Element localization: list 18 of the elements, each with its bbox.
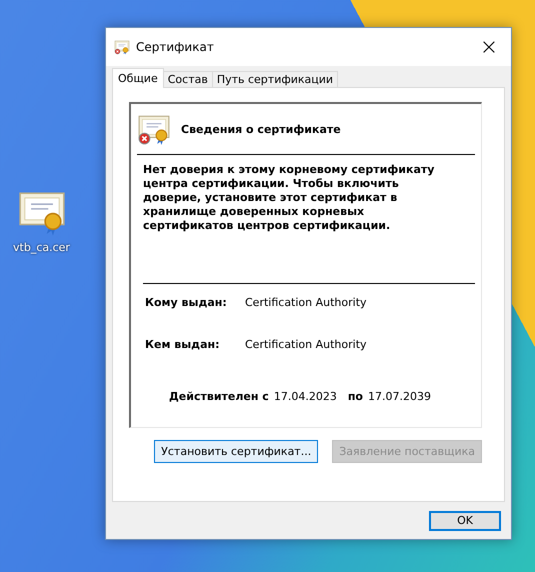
field-label: Кем выдан: [145, 338, 220, 353]
validity-label: Действителен с [169, 390, 269, 403]
certificate-icon [114, 39, 130, 55]
start-date: 17.04.2023 [274, 390, 337, 403]
trust-message: Нет доверия к этому корневому сертификату центра сертификации. Чтобы включить доверие, установите этот сертификат в хранилище доверенных корневых сертификатов центров сертификации. [143, 163, 475, 284]
close-button[interactable]: × [467, 28, 511, 66]
field-value: Certification Authority [245, 296, 367, 311]
install-button[interactable]: Установить сертификат... [154, 440, 318, 463]
field-label: Кому выдан: [145, 296, 228, 311]
tab[interactable]: Общие [112, 68, 164, 88]
ok-button[interactable]: OK [429, 510, 501, 530]
validity-label: по [348, 390, 363, 403]
window-title: Сертификат [136, 40, 215, 54]
info-heading: Сведения о сертификате [181, 122, 341, 136]
end-date: 17.07.2039 [368, 390, 431, 403]
tab[interactable]: Путь сертификации [212, 71, 338, 88]
file-label[interactable]: vtb_ca.cer [13, 241, 70, 254]
field-value: Certification Authority [245, 338, 367, 353]
